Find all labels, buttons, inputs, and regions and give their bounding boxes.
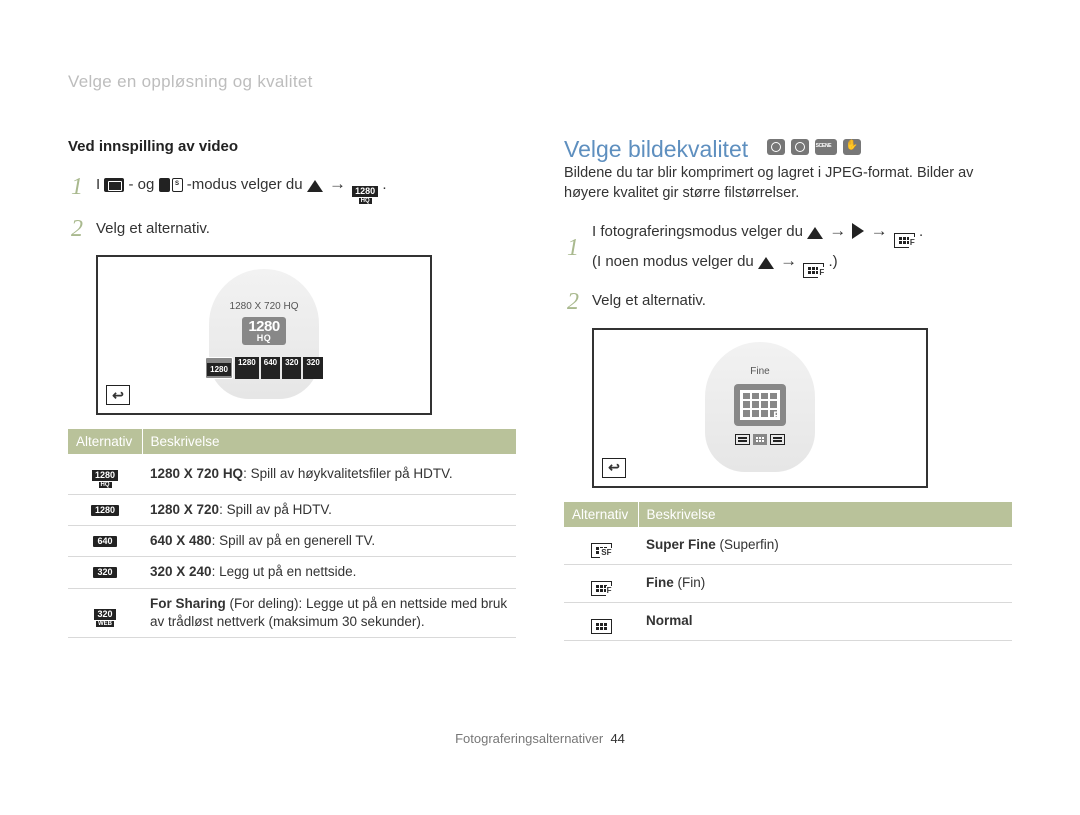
- subheading-video: Ved innspilling av video: [68, 138, 516, 155]
- option-icon-cell: 1280HQ: [68, 454, 142, 495]
- up-icon: [307, 180, 323, 192]
- option-icon-cell: 1280: [68, 495, 142, 526]
- footer: Fotograferingsalternativer 44: [0, 731, 1080, 746]
- step-text: Velg et alternativ.: [96, 218, 210, 241]
- option-desc-cell: Normal: [638, 602, 1012, 640]
- step-number: 1: [68, 169, 86, 205]
- video-screen-preview: 1280 X 720 HQ 1280 HQ 1280 1280 640 320 …: [96, 255, 432, 415]
- table-row: 640 640 X 480: Spill av på en generell T…: [68, 526, 516, 557]
- table-row: 1280HQ 1280 X 720 HQ: Spill av høykvalit…: [68, 454, 516, 495]
- option-desc-cell: 320 X 240: Legg ut på en nettside.: [142, 557, 516, 588]
- up-icon: [807, 227, 823, 239]
- step-text: Velg et alternativ.: [592, 290, 706, 313]
- resolution-option[interactable]: 320: [282, 357, 301, 379]
- table-row: Normal: [564, 602, 1012, 640]
- scene-mode-icon: [815, 139, 837, 155]
- option-icon-cell: [564, 602, 638, 640]
- page-number: 44: [610, 731, 624, 746]
- camera-mode-icon: [767, 139, 785, 155]
- up-icon: [758, 257, 774, 269]
- quality-chip-icon: F: [803, 263, 824, 278]
- selected-resolution-chip: 1280 HQ: [242, 317, 285, 345]
- table-row: 1280 1280 X 720: Spill av på HDTV.: [68, 495, 516, 526]
- selected-quality-chip: F: [734, 384, 786, 426]
- screen-label: 1280 X 720 HQ: [230, 301, 299, 312]
- resolution-option[interactable]: 1280: [205, 357, 233, 379]
- program-mode-icon: [791, 139, 809, 155]
- option-icon-cell: SF: [564, 527, 638, 565]
- table-row: SF Super Fine (Superfin): [564, 527, 1012, 565]
- step-number: 2: [68, 211, 86, 247]
- th-beskrivelse: Beskrivelse: [142, 429, 516, 454]
- resolution-chip-icon: 1280HQ: [352, 186, 378, 204]
- section-heading-row: Velge bildekvalitet: [564, 136, 1012, 163]
- table-row: 320 320 X 240: Legg ut på en nettside.: [68, 557, 516, 588]
- th-beskrivelse: Beskrivelse: [638, 502, 1012, 527]
- right-icon: [852, 223, 864, 239]
- option-icon-cell: 320WEB: [68, 588, 142, 637]
- step-text: I - og S -modus velger du → 1280HQ .: [96, 171, 386, 204]
- mode-icons: [767, 139, 861, 155]
- page: Velge en oppløsning og kvalitet Ved inns…: [0, 0, 1080, 671]
- step-number: 2: [564, 284, 582, 320]
- footer-section: Fotograferingsalternativer: [455, 731, 603, 746]
- resolution-option[interactable]: 320: [303, 357, 322, 379]
- screen-label: Fine: [750, 366, 769, 377]
- resolution-option[interactable]: 1280: [235, 357, 259, 379]
- back-button[interactable]: ↩: [106, 385, 130, 405]
- left-step-2: 2 Velg et alternativ.: [68, 211, 516, 247]
- table-header-row: Alternativ Beskrivelse: [564, 502, 1012, 527]
- table-row: 320WEB For Sharing (For deling): Legge u…: [68, 588, 516, 637]
- quality-chip-row: [735, 434, 785, 446]
- quality-option[interactable]: [770, 434, 785, 446]
- right-step-2: 2 Velg et alternativ.: [564, 284, 1012, 320]
- option-desc-cell: 1280 X 720: Spill av på HDTV.: [142, 495, 516, 526]
- quality-options-table: Alternativ Beskrivelse SF Super Fine (Su…: [564, 502, 1012, 641]
- table-row: F Fine (Fin): [564, 564, 1012, 602]
- option-desc-cell: For Sharing (For deling): Legge ut på en…: [142, 588, 516, 637]
- option-icon-cell: 320: [68, 557, 142, 588]
- video-options-table: Alternativ Beskrivelse 1280HQ 1280 X 720…: [68, 429, 516, 638]
- breadcrumb: Velge en oppløsning og kvalitet: [68, 72, 516, 92]
- right-step-1: 1 I fotograferingsmodus velger du → → F …: [564, 218, 1012, 278]
- step-number: 1: [564, 230, 582, 266]
- option-icon-cell: F: [564, 564, 638, 602]
- quality-option[interactable]: [753, 434, 768, 446]
- quality-screen-preview: Fine F ↩: [592, 328, 928, 488]
- option-desc-cell: Super Fine (Superfin): [638, 527, 1012, 565]
- quality-chip-icon: F: [894, 233, 915, 248]
- section-heading: Velge bildekvalitet: [564, 136, 748, 162]
- option-desc-cell: 1280 X 720 HQ: Spill av høykvalitetsfile…: [142, 454, 516, 495]
- video-mode-icon: [104, 178, 124, 192]
- option-icon-cell: 640: [68, 526, 142, 557]
- smart-video-mode-icon: S: [159, 178, 183, 192]
- resolution-chip-row: 1280 1280 640 320 320: [205, 357, 323, 379]
- right-column: Velge bildekvalitet Bildene du tar blir …: [564, 72, 1012, 641]
- table-header-row: Alternativ Beskrivelse: [68, 429, 516, 454]
- back-button[interactable]: ↩: [602, 458, 626, 478]
- resolution-option[interactable]: 640: [261, 357, 280, 379]
- step-text: I fotograferingsmodus velger du → → F . …: [592, 218, 923, 278]
- left-column: Velge en oppløsning og kvalitet Ved inns…: [68, 72, 516, 641]
- intro-text: Bildene du tar blir komprimert og lagret…: [564, 163, 1012, 204]
- dual-is-mode-icon: [843, 139, 861, 155]
- th-alternativ: Alternativ: [564, 502, 638, 527]
- option-desc-cell: 640 X 480: Spill av på en generell TV.: [142, 526, 516, 557]
- quality-option[interactable]: [735, 434, 750, 446]
- left-step-1: 1 I - og S -modus velger du → 1280HQ .: [68, 169, 516, 205]
- th-alternativ: Alternativ: [68, 429, 142, 454]
- option-desc-cell: Fine (Fin): [638, 564, 1012, 602]
